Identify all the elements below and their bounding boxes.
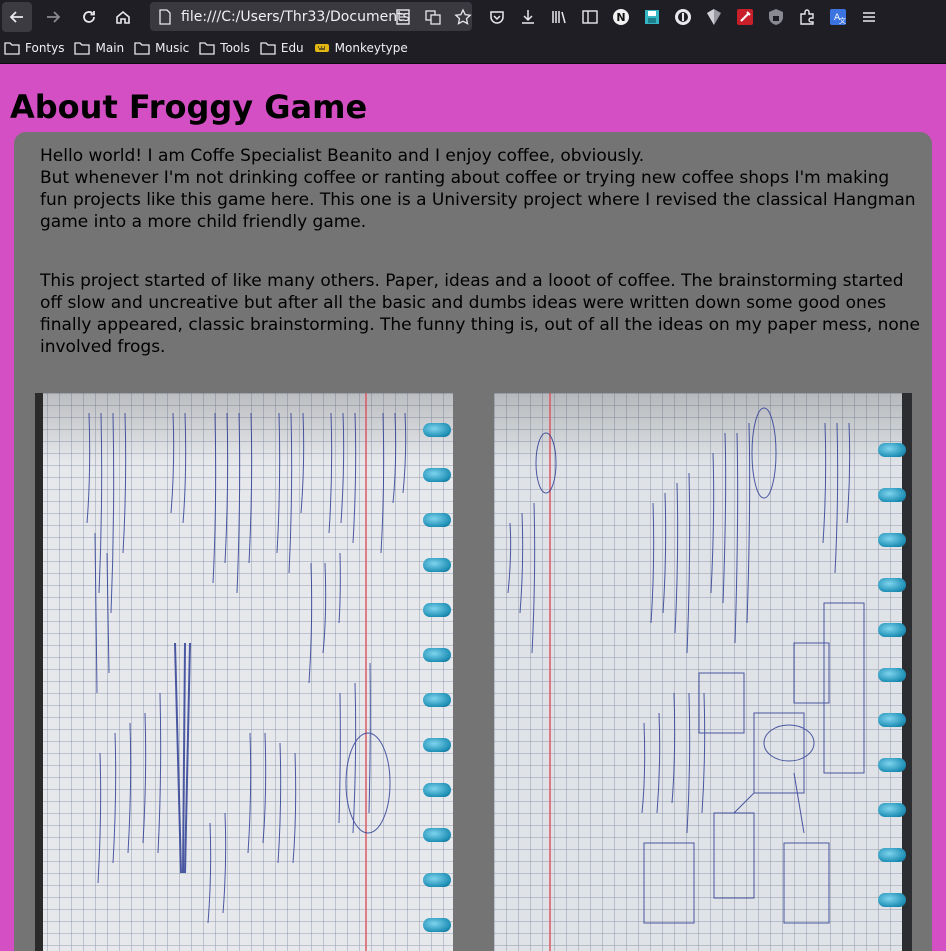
bookmark-folder-fontys[interactable]: Fontys (4, 41, 64, 55)
library-icon (551, 10, 566, 23)
reload-icon (83, 10, 95, 23)
library-button[interactable] (543, 0, 574, 33)
ublock-button[interactable] (760, 0, 791, 33)
handwritten-notes (507, 407, 865, 924)
n-extension-button[interactable]: N (605, 0, 636, 33)
menu-icon (862, 11, 875, 22)
bookmark-label: Fontys (25, 41, 65, 55)
file-icon (158, 8, 172, 25)
brainstorm-paragraph: This project started of like many others… (40, 271, 920, 357)
keyboard-icon (314, 44, 329, 52)
bookmark-label: Monkeytype (334, 41, 408, 55)
extension-toolbar: N A文 (481, 0, 884, 33)
download-icon (521, 9, 534, 24)
home-button[interactable] (108, 2, 138, 32)
shield-extension-icon (706, 8, 721, 25)
bookmark-label: Music (155, 41, 190, 55)
bookmark-star-button[interactable] (448, 2, 478, 32)
translate-extension-button[interactable]: A文 (822, 0, 853, 33)
intro-paragraph: Hello world! I am Coffe Specialist Beani… (40, 145, 920, 233)
intro-line-2: But whenever I'm not drinking coffee or … (40, 168, 916, 232)
folder-icon (74, 42, 91, 55)
arrow-right-icon (47, 10, 61, 23)
bookmark-monkeytype[interactable]: Monkeytype (314, 41, 408, 55)
app-menu-button[interactable] (853, 0, 884, 33)
folder-icon (4, 42, 20, 55)
extensions-puzzle-icon (799, 8, 814, 25)
reload-button[interactable] (74, 2, 104, 32)
translate-page-button[interactable] (418, 2, 448, 32)
ublock-icon (768, 8, 783, 25)
page-title: About Froggy Game (10, 88, 368, 126)
pocket-icon (489, 10, 504, 24)
handwritten-notes (86, 412, 407, 924)
bookmark-label: Edu (280, 41, 304, 55)
bookmarks-bar: Fontys Main Music Tools Edu Monkeytype (0, 33, 946, 64)
folder-icon (260, 42, 276, 55)
bookmark-folder-music[interactable]: Music (134, 41, 189, 55)
folder-icon (199, 42, 215, 55)
arrow-left-icon (9, 10, 23, 23)
reader-view-button[interactable] (388, 2, 418, 32)
pocket-button[interactable] (481, 0, 512, 33)
save-extension-button[interactable] (636, 0, 667, 33)
star-icon (454, 7, 472, 25)
forward-button[interactable] (38, 2, 68, 32)
intro-line-1: Hello world! I am Coffe Specialist Beani… (40, 146, 645, 166)
sidebar-button[interactable] (574, 0, 605, 33)
downloads-button[interactable] (512, 0, 543, 33)
colorpicker-extension-button[interactable] (729, 0, 760, 33)
save-extension-icon (644, 9, 659, 24)
browser-toolbar: file:///C:/Users/Thr33/Documents N A文 (0, 0, 946, 33)
svg-text:文: 文 (839, 16, 846, 25)
folder-icon (134, 42, 150, 55)
brainstorm-photo-right (494, 393, 912, 951)
sidebar-icon (581, 9, 598, 24)
brainstorm-photo-left (35, 393, 453, 951)
back-button[interactable] (2, 1, 32, 32)
translate-icon: A文 (829, 8, 846, 25)
privacy-badger-icon (674, 8, 691, 25)
colorpicker-extension-icon (736, 8, 753, 25)
privacy-extension-button[interactable] (667, 0, 698, 33)
home-icon (116, 10, 130, 24)
extensions-button[interactable] (791, 0, 822, 33)
svg-text:N: N (616, 11, 625, 24)
translate-icon (425, 9, 441, 25)
url-bar-actions (388, 0, 478, 33)
bookmark-folder-edu[interactable]: Edu (260, 41, 304, 55)
bookmark-label: Main (95, 41, 125, 55)
bookmark-folder-tools[interactable]: Tools (199, 41, 250, 55)
shield-extension-button[interactable] (698, 0, 729, 33)
bookmark-label: Tools (220, 41, 250, 55)
reader-view-icon (396, 8, 410, 25)
n-extension-icon: N (612, 8, 629, 25)
bookmark-folder-main[interactable]: Main (74, 41, 124, 55)
